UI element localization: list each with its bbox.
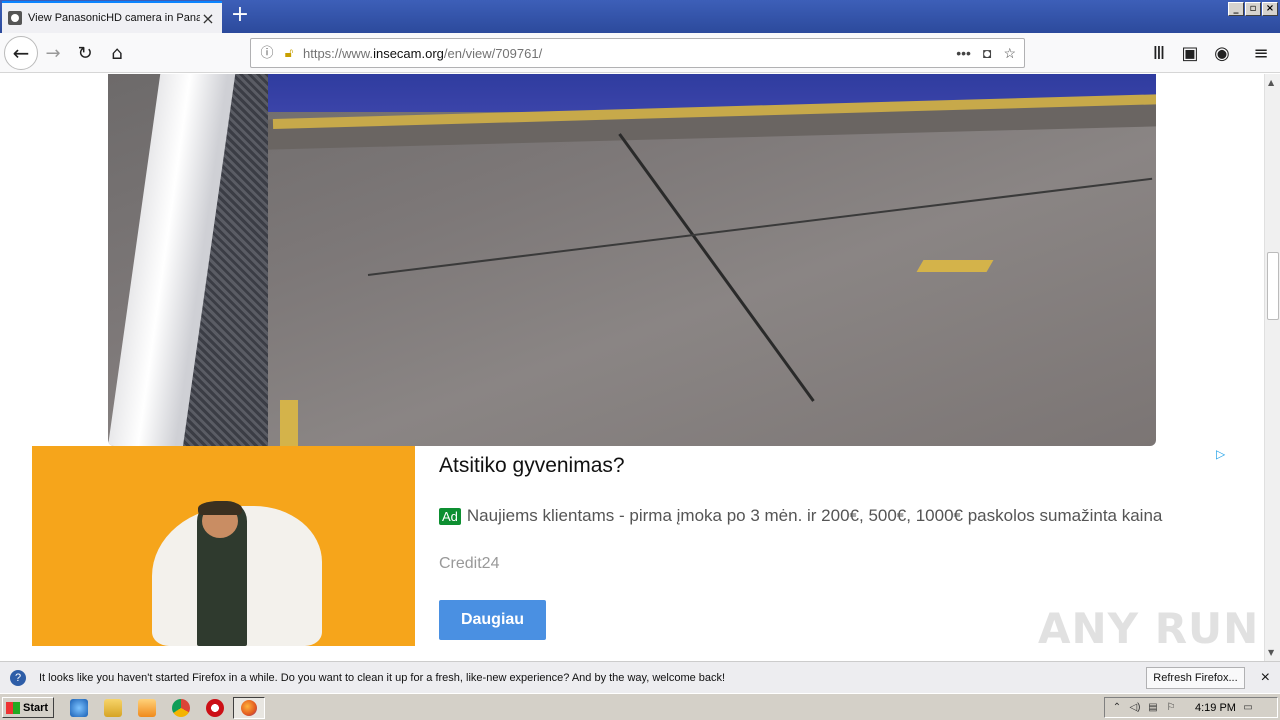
menu-icon[interactable]: ≡: [1246, 38, 1276, 68]
tab-strip: View PanasonicHD camera in Panar × + _ ▫…: [0, 0, 1280, 33]
opera-icon[interactable]: [206, 699, 224, 717]
ad-source: Credit24: [439, 555, 500, 572]
bookmark-star-icon[interactable]: ☆: [1003, 45, 1016, 62]
navigation-toolbar: ← → ↻ ⌂ ⓘ 🔓︎ https://www.insecam.org/en/…: [0, 33, 1280, 73]
ad-more-button[interactable]: Daugiau: [439, 600, 546, 640]
back-button[interactable]: ←: [4, 36, 38, 70]
sidebar-icon[interactable]: ▣: [1175, 38, 1205, 68]
tab-active[interactable]: View PanasonicHD camera in Panar ×: [2, 1, 222, 33]
notification-bar: ? It looks like you haven't started Fire…: [0, 661, 1280, 693]
scrollbar-thumb[interactable]: [1267, 252, 1279, 320]
scroll-down-icon[interactable]: ▼: [1268, 648, 1274, 657]
chrome-icon[interactable]: [172, 699, 190, 717]
account-icon[interactable]: ◉: [1207, 38, 1237, 68]
start-button[interactable]: Start: [2, 697, 54, 718]
ad-image[interactable]: [32, 446, 415, 646]
info-icon[interactable]: ⓘ: [259, 45, 275, 61]
camera-favicon-icon: [8, 11, 22, 25]
watermark: ANY RUN: [1038, 604, 1260, 653]
network-icon[interactable]: ▤: [1147, 702, 1159, 714]
notification-message: It looks like you haven't started Firefo…: [39, 671, 726, 684]
windows-logo-icon: [6, 701, 20, 714]
library-icon[interactable]: Ⅲ: [1144, 38, 1174, 68]
url-text[interactable]: https://www.insecam.org/en/view/709761/: [303, 46, 956, 61]
page-content: Atsitiko gyvenimas? Ad Naujiems klientam…: [0, 74, 1264, 661]
folder-icon[interactable]: [104, 699, 122, 717]
insecure-lock-icon[interactable]: 🔓︎: [281, 45, 297, 61]
page-actions-icon[interactable]: •••: [956, 45, 971, 62]
ad-description[interactable]: Ad Naujiems klientams - pirma įmoka po 3…: [439, 506, 1162, 526]
home-button[interactable]: ⌂: [102, 38, 132, 68]
tab-close-icon[interactable]: ×: [200, 9, 216, 28]
restore-button[interactable]: ▫: [1245, 2, 1261, 16]
close-window-button[interactable]: ×: [1262, 2, 1278, 16]
ad-badge: Ad: [439, 507, 461, 525]
refresh-firefox-button[interactable]: Refresh Firefox...: [1146, 666, 1245, 689]
reload-button[interactable]: ↻: [70, 38, 100, 68]
show-desktop-icon[interactable]: ▭: [1242, 702, 1254, 714]
ie-icon[interactable]: [70, 699, 88, 717]
tab-title: View PanasonicHD camera in Panar: [28, 12, 200, 24]
media-player-icon[interactable]: [138, 699, 156, 717]
adchoices-icon[interactable]: ▷: [1216, 447, 1230, 461]
start-label: Start: [23, 701, 49, 714]
firefox-icon: [241, 700, 257, 716]
url-bar[interactable]: ⓘ 🔓︎ https://www.insecam.org/en/view/709…: [250, 38, 1025, 68]
vertical-scrollbar[interactable]: ▲ ▼: [1264, 74, 1280, 661]
ad-text: Naujiems klientams - pirma įmoka po 3 mė…: [466, 506, 1163, 525]
ad-title[interactable]: Atsitiko gyvenimas?: [439, 454, 625, 478]
tray-expand-icon[interactable]: ⌃: [1111, 702, 1123, 714]
pocket-icon[interactable]: ◘: [983, 45, 991, 62]
scroll-up-icon[interactable]: ▲: [1268, 78, 1274, 87]
notification-close-icon[interactable]: ×: [1261, 669, 1270, 687]
camera-feed-image: [108, 74, 1156, 446]
forward-button[interactable]: →: [38, 38, 68, 68]
taskbar: Start ⌃ ◁) ▤ ⚐ 4:19 PM ▭: [0, 693, 1280, 720]
firefox-taskbar-button[interactable]: [233, 697, 265, 719]
minimize-button[interactable]: _: [1228, 2, 1244, 16]
system-tray: ⌃ ◁) ▤ ⚐ 4:19 PM ▭: [1104, 697, 1278, 718]
volume-icon[interactable]: ◁): [1129, 702, 1141, 714]
new-tab-button[interactable]: +: [228, 4, 252, 28]
action-center-flag-icon[interactable]: ⚐: [1165, 702, 1177, 714]
question-icon: ?: [10, 669, 26, 686]
clock[interactable]: 4:19 PM: [1195, 702, 1236, 714]
